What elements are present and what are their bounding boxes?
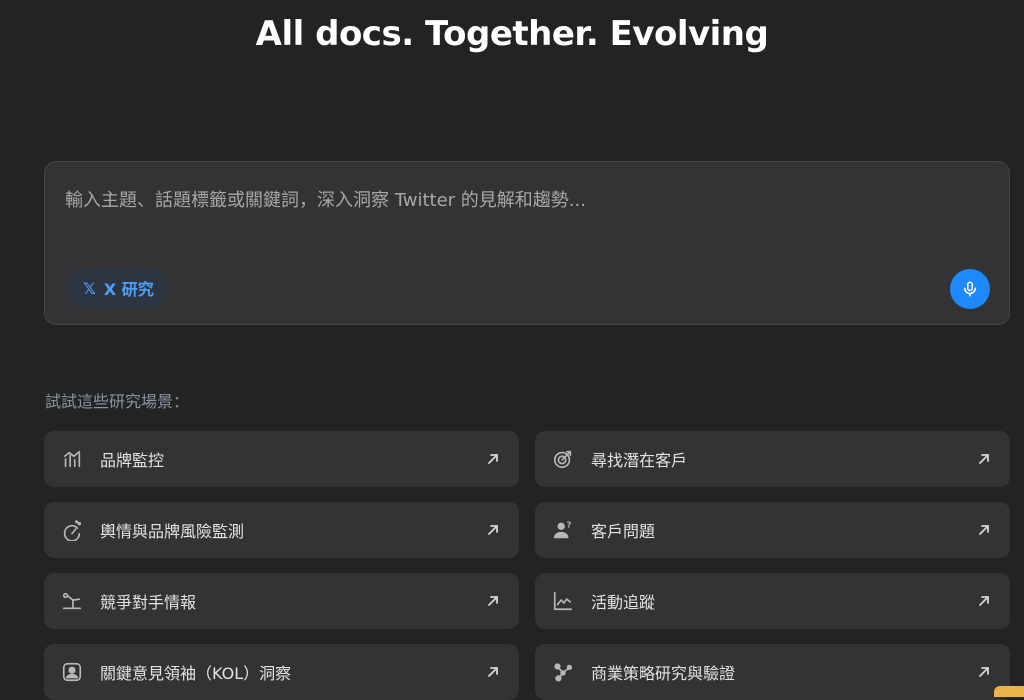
arrow-up-right-icon [979,596,989,606]
trend-signal-icon [60,589,84,613]
scenario-card-label: 尋找潛在客戶 [591,451,688,470]
research-query-input[interactable] [65,180,985,220]
arrow-up-right-icon [488,454,498,464]
arrow-up-right-icon [979,525,989,535]
page-title: All docs. Together. Evolving [255,14,769,54]
scenario-card-sentiment-risk[interactable]: 輿情與品牌風險監測 [44,502,519,558]
x-research-chip-label: X 研究 [103,280,154,299]
scenario-card-campaign-tracking[interactable]: 活動追蹤 [535,573,1010,629]
scenario-card-label: 商業策略研究與驗證 [591,664,736,683]
arrow-up-right-icon [979,454,989,464]
scenario-card-customer-questions[interactable]: ? 客戶問題 [535,502,1010,558]
scenario-grid: 品牌監控 尋找潛在客戶 輿情與品牌風險監測 ? 客戶問題 競爭對手情報 活動追蹤… [44,431,1010,700]
scenario-card-brand-monitoring[interactable]: 品牌監控 [44,431,519,487]
scenario-card-label: 關鍵意見領袖（KOL）洞察 [100,664,292,683]
scenarios-heading: 試試這些研究場景： [45,392,190,411]
svg-text:?: ? [567,519,572,529]
scenario-card-business-strategy[interactable]: 商業策略研究與驗證 [535,644,1010,700]
user-portrait-icon [60,660,84,684]
research-composer: 𝕏 X 研究 [44,161,1010,325]
scenario-card-kol-insights[interactable]: 關鍵意見領袖（KOL）洞察 [44,644,519,700]
microphone-icon [964,281,976,297]
x-research-chip[interactable]: 𝕏 X 研究 [67,269,170,307]
arrow-up-right-icon [488,525,498,535]
arrow-up-right-icon [488,596,498,606]
x-logo-icon: 𝕏 [83,278,96,298]
network-icon [551,660,575,684]
scenario-card-label: 活動追蹤 [591,593,656,612]
scenario-card-label: 客戶問題 [591,522,656,541]
line-chart-icon [551,589,575,613]
target-icon [551,447,575,471]
gauge-icon [60,518,84,542]
scenario-card-label: 輿情與品牌風險監測 [100,522,245,541]
bar-chart-icon [60,447,84,471]
scenario-card-label: 競爭對手情報 [100,593,197,612]
scenario-card-find-prospects[interactable]: 尋找潛在客戶 [535,431,1010,487]
arrow-up-right-icon [488,667,498,677]
corner-badge[interactable] [994,686,1024,697]
user-question-icon: ? [551,518,575,542]
scenario-card-competitor-intel[interactable]: 競爭對手情報 [44,573,519,629]
scenario-card-label: 品牌監控 [100,451,165,470]
voice-input-button[interactable] [950,269,990,309]
arrow-up-right-icon [979,667,989,677]
